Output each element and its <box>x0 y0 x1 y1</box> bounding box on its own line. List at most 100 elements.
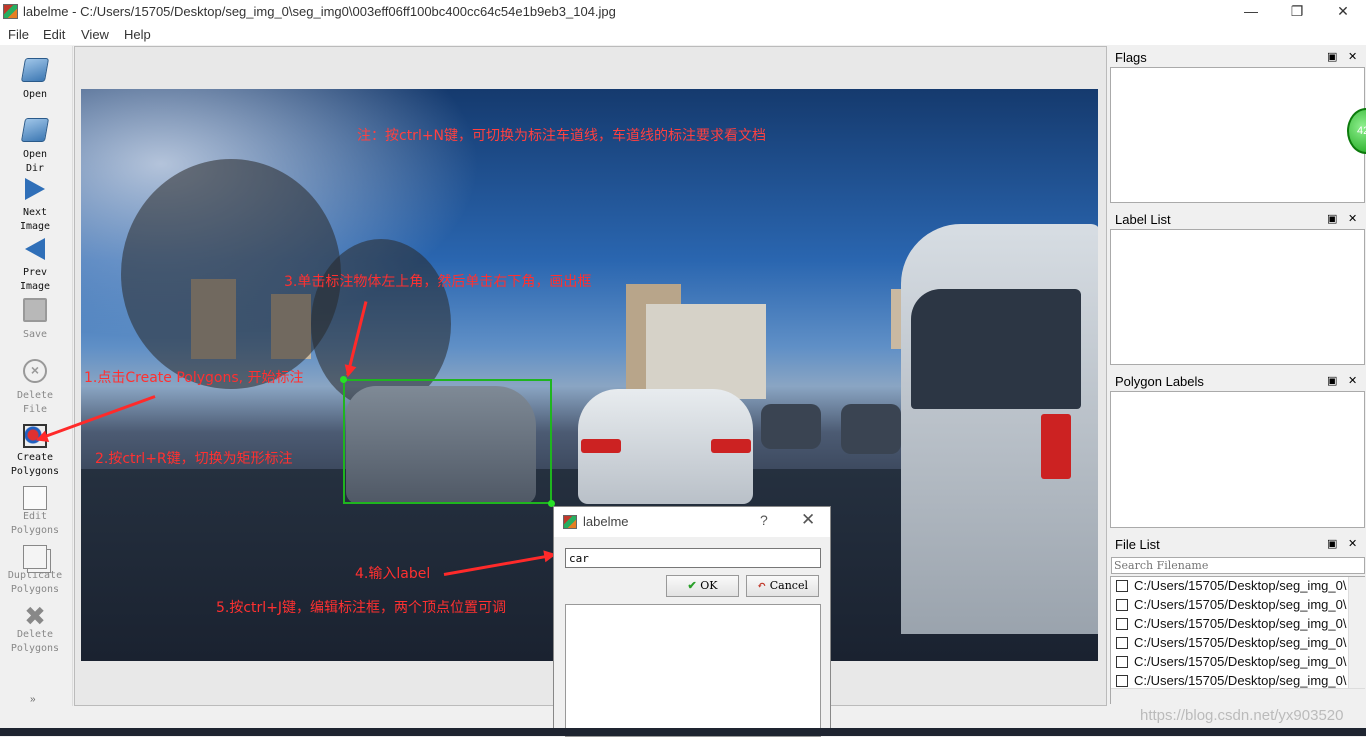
labelme-app-icon <box>3 4 18 19</box>
delete-polygons-icon: ✖ <box>24 601 46 631</box>
file-list-item[interactable]: C:/Users/15705/Desktop/seg_img_0\ <box>1112 654 1348 673</box>
menu-bar: File Edit View Help <box>0 24 1366 45</box>
file-checkbox[interactable] <box>1116 637 1128 649</box>
dialog-title-bar: labelme ? ✕ <box>554 507 830 537</box>
label-list-dock-header: Label List ▣ ✕ <box>1110 210 1366 229</box>
dock-close-icon[interactable]: ✕ <box>1348 48 1357 67</box>
file-path: C:/Users/15705/Desktop/seg_img_0\ <box>1134 616 1347 631</box>
open-folder-icon <box>20 58 50 82</box>
duplicate-polygons-label: Duplicate Polygons <box>7 570 63 595</box>
menu-help[interactable]: Help <box>124 27 151 42</box>
polygon-labels-panel[interactable] <box>1110 391 1365 528</box>
save-label: Save <box>22 329 48 340</box>
file-list-item[interactable]: C:/Users/15705/Desktop/seg_img_0\ <box>1112 616 1348 635</box>
dock-close-icon[interactable]: ✕ <box>1348 210 1357 229</box>
van-window <box>911 289 1081 409</box>
polygon-labels-title: Polygon Labels <box>1115 374 1204 389</box>
file-checkbox[interactable] <box>1116 618 1128 630</box>
dock-float-icon[interactable]: ▣ <box>1327 372 1337 391</box>
file-list-item[interactable]: C:/Users/15705/Desktop/seg_img_0\ <box>1112 635 1348 654</box>
tail-light <box>581 439 621 453</box>
label-list-title: Label List <box>1115 212 1171 227</box>
next-arrow-icon <box>25 178 45 200</box>
dock-float-icon[interactable]: ▣ <box>1327 535 1337 554</box>
cancel-button[interactable]: ↶ Cancel <box>746 575 819 597</box>
file-list-dock-header: File List ▣ ✕ <box>1110 535 1366 554</box>
file-list-vertical-scrollbar[interactable] <box>1348 577 1365 689</box>
car-bounding-box[interactable] <box>343 379 552 504</box>
open-dir-button[interactable]: Open Dir <box>0 118 70 176</box>
open-dir-icon <box>20 118 50 142</box>
flags-panel[interactable] <box>1110 67 1365 203</box>
check-icon: ✔ <box>687 579 697 592</box>
search-filename-input[interactable] <box>1111 557 1365 574</box>
next-image-button[interactable]: Next Image <box>0 178 70 234</box>
file-checkbox[interactable] <box>1116 580 1128 592</box>
tail-light <box>711 439 751 453</box>
prev-image-label: Prev Image <box>19 267 51 292</box>
flags-title: Flags <box>1115 50 1147 65</box>
menu-file[interactable]: File <box>8 27 29 42</box>
undo-arrow-icon: ↶ <box>757 579 767 592</box>
dialog-close-button[interactable]: ✕ <box>801 510 815 530</box>
dialog-help-button[interactable]: ? <box>760 512 768 528</box>
annotation-note: 注：按ctrl+N键，可切换为标注车道线，车道线的标注要求看文档 <box>357 128 767 144</box>
file-list-item[interactable]: C:/Users/15705/Desktop/seg_img_0\ <box>1112 673 1348 688</box>
prev-arrow-icon <box>25 238 45 260</box>
restore-button[interactable]: ❐ <box>1274 0 1320 24</box>
file-list-item[interactable]: C:/Users/15705/Desktop/seg_img_0\ <box>1112 597 1348 616</box>
dock-close-icon[interactable]: ✕ <box>1348 535 1357 554</box>
dock-float-icon[interactable]: ▣ <box>1327 210 1337 229</box>
file-checkbox[interactable] <box>1116 599 1128 611</box>
ok-button[interactable]: ✔ OK <box>666 575 739 597</box>
label-suggestion-list[interactable] <box>565 604 821 737</box>
open-button[interactable]: Open <box>0 58 70 102</box>
file-path: C:/Users/15705/Desktop/seg_img_0\ <box>1134 597 1347 612</box>
minimize-button[interactable]: — <box>1228 0 1274 24</box>
file-path: C:/Users/15705/Desktop/seg_img_0\ <box>1134 654 1347 669</box>
delete-polygons-button[interactable]: ✖ Delete Polygons <box>0 601 70 656</box>
edit-polygons-icon <box>23 486 47 510</box>
delete-polygons-label: Delete Polygons <box>10 629 60 654</box>
delete-file-icon: × <box>23 359 47 383</box>
taskbar <box>0 728 1366 736</box>
close-window-button[interactable]: ✕ <box>1320 0 1366 24</box>
toolbar-more-chevron-icon[interactable]: » <box>30 694 36 705</box>
building <box>646 304 766 399</box>
window-title: labelme - C:/Users/15705/Desktop/seg_img… <box>23 4 616 19</box>
ok-label: OK <box>700 579 718 592</box>
title-bar: labelme - C:/Users/15705/Desktop/seg_img… <box>0 0 1366 24</box>
flags-dock-header: Flags ▣ ✕ <box>1110 48 1366 67</box>
create-polygons-label: Create Polygons <box>10 452 60 477</box>
file-list-item[interactable]: C:/Users/15705/Desktop/seg_img_0\ <box>1112 578 1348 597</box>
dock-float-icon[interactable]: ▣ <box>1327 48 1337 67</box>
duplicate-polygons-icon <box>23 545 47 569</box>
duplicate-polygons-button[interactable]: Duplicate Polygons <box>0 545 70 597</box>
label-list-panel[interactable] <box>1110 229 1365 365</box>
label-input[interactable] <box>565 548 821 568</box>
open-label: Open <box>22 89 48 100</box>
file-checkbox[interactable] <box>1116 675 1128 687</box>
menu-view[interactable]: View <box>81 27 109 42</box>
dialog-title: labelme <box>583 514 629 529</box>
save-button[interactable]: Save <box>0 298 70 342</box>
edit-polygons-button[interactable]: Edit Polygons <box>0 486 70 538</box>
prev-image-button[interactable]: Prev Image <box>0 238 70 294</box>
file-list-horizontal-scrollbar[interactable] <box>1111 688 1365 704</box>
annotation-step5: 5.按ctrl+J键，编辑标注框，两个顶点位置可调 <box>216 600 507 616</box>
polygon-labels-dock-header: Polygon Labels ▣ ✕ <box>1110 372 1366 391</box>
open-dir-label: Open Dir <box>22 149 48 174</box>
watermark-text: https://blog.csdn.net/yx903520 <box>1140 707 1344 724</box>
dock-close-icon[interactable]: ✕ <box>1348 372 1357 391</box>
next-image-label: Next Image <box>19 207 51 232</box>
labelme-app-icon <box>563 515 577 529</box>
annotation-step2: 2.按ctrl+R键，切换为矩形标注 <box>95 451 293 467</box>
save-icon <box>23 298 47 322</box>
file-checkbox[interactable] <box>1116 656 1128 668</box>
menu-edit[interactable]: Edit <box>43 27 65 42</box>
delete-file-button[interactable]: × Delete File <box>0 359 70 417</box>
annotation-step3: 3.单击标注物体左上角，然后单击右下角，画出框 <box>284 274 592 290</box>
distant-car <box>761 404 821 449</box>
file-path: C:/Users/15705/Desktop/seg_img_0\ <box>1134 673 1347 688</box>
label-dialog: labelme ? ✕ ✔ OK ↶ Cancel <box>553 506 831 737</box>
